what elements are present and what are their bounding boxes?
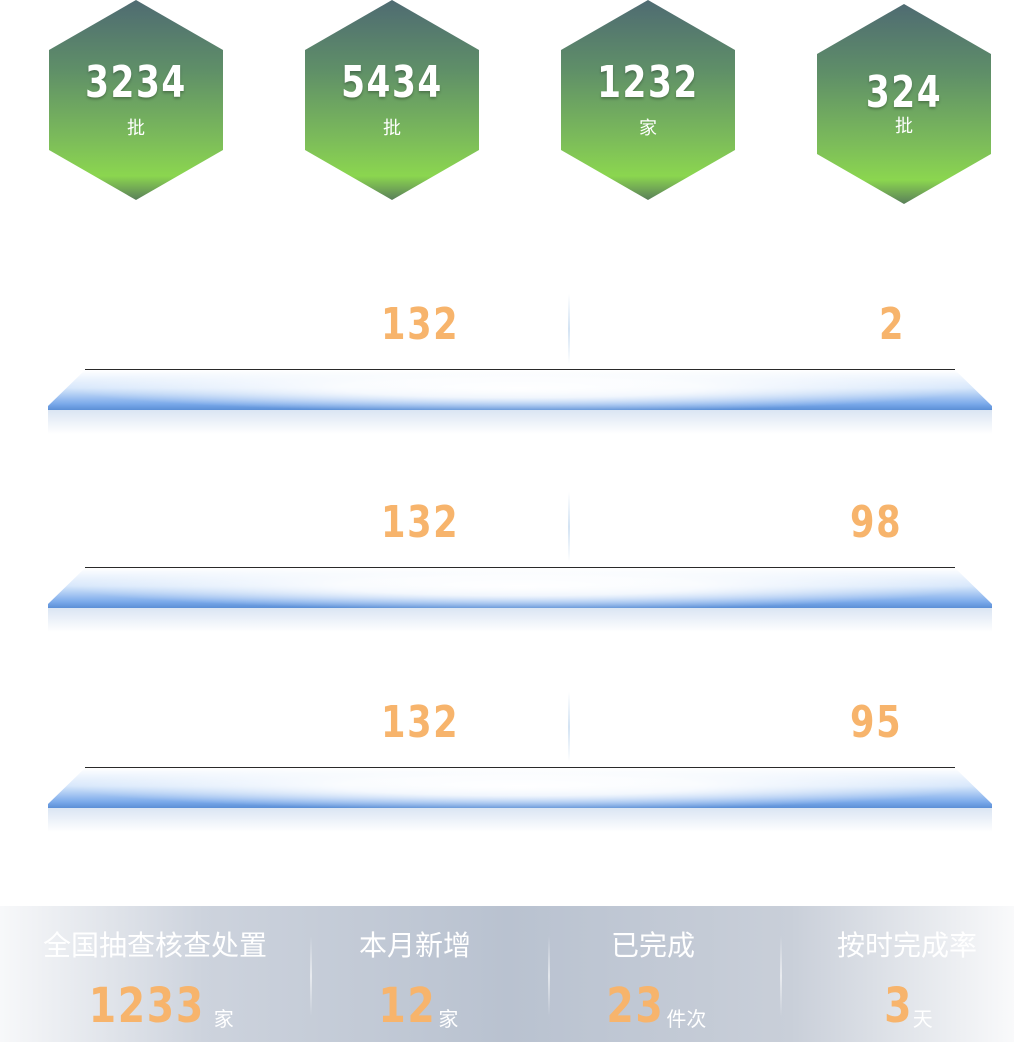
hex-stat-unit: 批 <box>127 118 145 139</box>
row-1-platform <box>48 370 992 410</box>
row-1-left-value: 132 <box>381 299 460 350</box>
summary-unit: 件次 <box>666 1007 707 1031</box>
hex-stat-value: 3234 <box>85 57 187 108</box>
summary-value: 3 <box>884 978 914 1034</box>
row-2-right-value: 98 <box>850 497 903 548</box>
hex-stat-unit: 批 <box>895 116 913 137</box>
summary-label: 本月新增 <box>358 929 471 962</box>
hex-stat-2: 5434 批 <box>305 0 479 200</box>
row-3-left-value: 132 <box>381 697 460 748</box>
summary-label: 全国抽查核查处置 <box>42 929 267 962</box>
row-2-left-value: 132 <box>381 497 460 548</box>
summary-bar: 全国抽查核查处置 1233 家 本月新增 12 家 已完成 23 件次 按时完成率 3… <box>0 906 1014 1042</box>
summary-unit: 家 <box>213 1007 234 1031</box>
hex-stat-value: 5434 <box>341 57 443 108</box>
summary-value: 12 <box>377 978 437 1034</box>
hex-stat-unit: 批 <box>383 118 401 139</box>
summary-unit: 家 <box>438 1007 459 1031</box>
summary-value-group: 1233 家 <box>0 978 310 1034</box>
row-2-divider <box>568 492 570 562</box>
summary-label: 按时完成率 <box>836 929 977 962</box>
hex-stat-unit: 家 <box>639 118 657 139</box>
summary-cell-2: 本月新增 12 家 <box>310 906 520 1042</box>
hex-stat-1: 3234 批 <box>49 0 223 200</box>
summary-cell-3: 已完成 23 件次 <box>548 906 758 1042</box>
hex-stat-value: 324 <box>865 67 943 118</box>
row-3-divider <box>568 692 570 762</box>
row-1-right-value: 2 <box>879 299 906 350</box>
row-2-platform <box>48 568 992 608</box>
summary-unit: 天 <box>912 1007 933 1031</box>
summary-cell-4: 按时完成率 3天 <box>800 906 1014 1042</box>
row-3-right-value: 95 <box>850 697 903 748</box>
summary-value: 23 <box>605 978 665 1034</box>
row-1-divider <box>568 294 570 364</box>
summary-label: 已完成 <box>610 929 695 962</box>
row-3-platform <box>48 768 992 808</box>
row-1-platform-reflection <box>48 410 992 434</box>
summary-value-group: 23 件次 <box>548 978 758 1034</box>
summary-value-group: 3天 <box>800 978 1014 1034</box>
hex-stat-3: 1232 家 <box>561 0 735 200</box>
summary-cell-1: 全国抽查核查处置 1233 家 <box>0 906 310 1042</box>
row-3-platform-reflection <box>48 808 992 832</box>
hex-stat-value: 1232 <box>597 57 699 108</box>
hex-stat-4: 324 批 <box>817 4 991 204</box>
row-2-platform-reflection <box>48 608 992 632</box>
summary-value: 1233 <box>88 978 206 1034</box>
summary-value-group: 12 家 <box>310 978 520 1034</box>
summary-divider <box>780 936 782 1016</box>
